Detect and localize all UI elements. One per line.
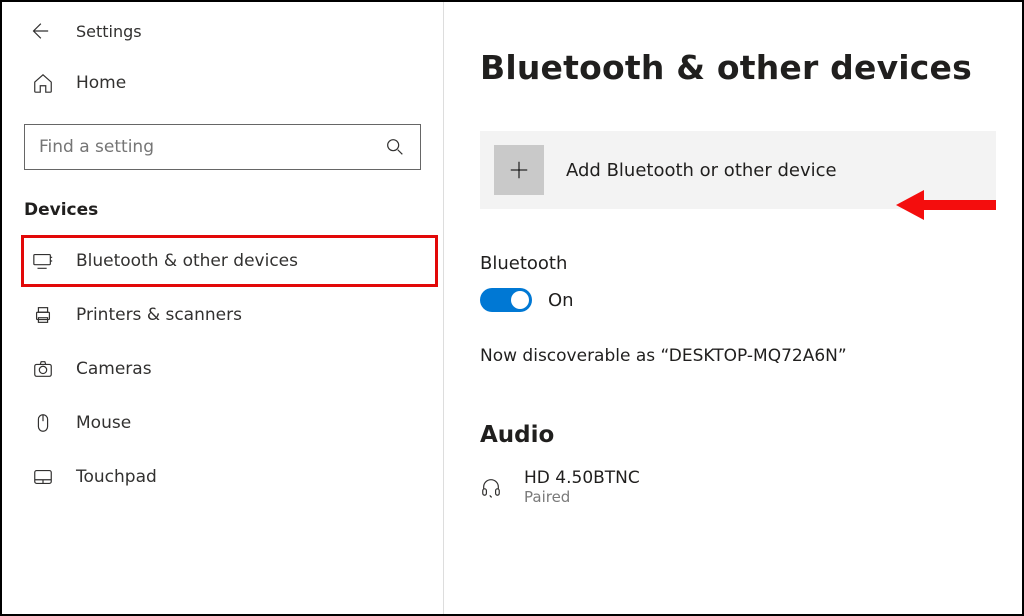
app-title: Settings [76, 22, 142, 41]
nav-label: Mouse [76, 413, 131, 433]
nav-label: Touchpad [76, 467, 157, 487]
search-icon [384, 136, 406, 158]
audio-heading: Audio [480, 422, 996, 448]
sidebar-item-home[interactable]: Home [2, 58, 443, 108]
mouse-icon [32, 412, 54, 434]
add-device-button[interactable]: Add Bluetooth or other device [480, 131, 996, 209]
arrow-left-icon [28, 20, 50, 42]
device-name: HD 4.50BTNC [524, 468, 640, 488]
discoverable-text: Now discoverable as “DESKTOP-MQ72A6N” [480, 346, 996, 366]
bluetooth-toggle-label: On [548, 290, 574, 311]
audio-device-row[interactable]: HD 4.50BTNC Paired [480, 462, 996, 512]
home-icon [32, 72, 54, 94]
back-button[interactable] [28, 20, 50, 42]
sidebar-item-cameras[interactable]: Cameras [2, 342, 443, 396]
device-status: Paired [524, 488, 640, 506]
bluetooth-heading: Bluetooth [480, 253, 996, 274]
title-bar: Settings [2, 12, 443, 58]
sidebar-item-touchpad[interactable]: Touchpad [2, 450, 443, 504]
search-input[interactable] [39, 137, 384, 157]
nav-label: Printers & scanners [76, 305, 242, 325]
plus-icon [494, 145, 544, 195]
printer-icon [32, 304, 54, 326]
add-device-label: Add Bluetooth or other device [566, 160, 837, 181]
page-title: Bluetooth & other devices [480, 48, 996, 87]
nav-label: Bluetooth & other devices [76, 251, 298, 271]
bluetooth-toggle-row: On [480, 288, 996, 312]
search-box[interactable] [24, 124, 421, 170]
search-wrap [24, 124, 421, 170]
home-label: Home [76, 73, 126, 93]
nav-list: Bluetooth & other devices Printers & sca… [2, 234, 443, 504]
device-text: HD 4.50BTNC Paired [524, 468, 640, 506]
sidebar-item-bluetooth-devices[interactable]: Bluetooth & other devices [20, 234, 439, 288]
headphones-icon [480, 476, 502, 498]
main-panel: Bluetooth & other devices Add Bluetooth … [444, 2, 1022, 614]
bluetooth-toggle[interactable] [480, 288, 532, 312]
settings-sidebar: Settings Home Devices Bluetooth & oth [2, 2, 444, 614]
camera-icon [32, 358, 54, 380]
nav-label: Cameras [76, 359, 152, 379]
sidebar-item-mouse[interactable]: Mouse [2, 396, 443, 450]
touchpad-icon [32, 466, 54, 488]
bluetooth-devices-icon [32, 250, 54, 272]
category-heading: Devices [2, 188, 443, 234]
sidebar-item-printers[interactable]: Printers & scanners [2, 288, 443, 342]
